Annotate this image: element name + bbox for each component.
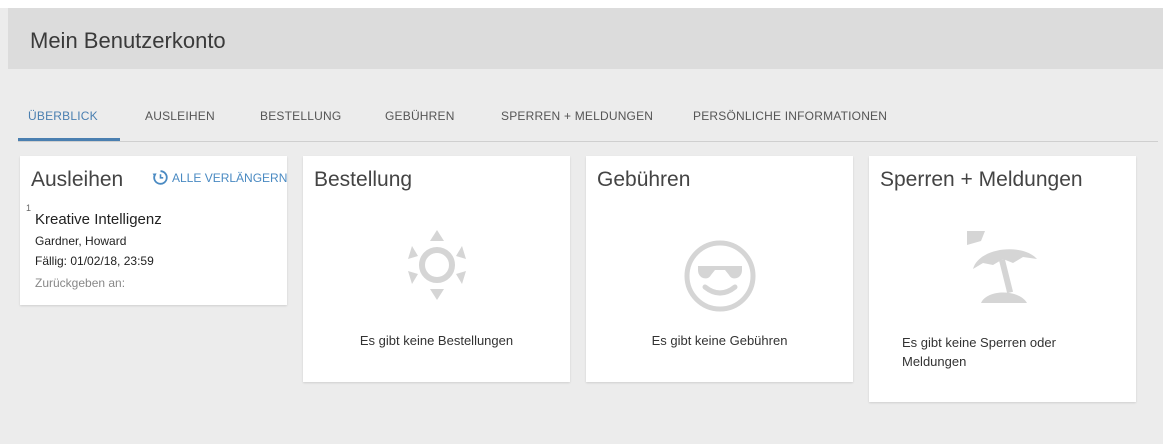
orders-card-title: Bestellung bbox=[314, 168, 413, 191]
loans-card: Ausleihen ALLE VERLÄNGERN 1 Kreative Int… bbox=[20, 156, 287, 305]
active-tab-indicator bbox=[18, 138, 120, 141]
renew-all-label: ALLE VERLÄNGERN bbox=[172, 171, 287, 186]
sunglasses-smiley-icon bbox=[683, 239, 757, 318]
orders-empty-message: Es gibt keine Bestellungen bbox=[359, 333, 514, 348]
fees-card-title: Gebühren bbox=[597, 168, 691, 191]
loans-card-title: Ausleihen bbox=[31, 168, 124, 191]
tab-fees[interactable]: GEBÜHREN bbox=[385, 109, 455, 123]
loan-title[interactable]: Kreative Intelligenz bbox=[35, 211, 162, 228]
blocks-empty-line-1: Es gibt keine Sperren oder bbox=[902, 335, 1056, 350]
fees-empty-message: Es gibt keine Gebühren bbox=[651, 333, 788, 348]
loan-due-date: Fällig: 01/02/18, 23:59 bbox=[35, 254, 154, 268]
tab-blocks-messages[interactable]: SPERREN + MELDUNGEN bbox=[501, 109, 653, 123]
blocks-empty-message: Es gibt keine Sperren oder Meldungen bbox=[902, 333, 1056, 371]
tab-loans[interactable]: AUSLEIHEN bbox=[145, 109, 215, 123]
tab-overview[interactable]: ÜBERBLICK bbox=[28, 109, 98, 123]
orders-card: Bestellung Es gibt keine Bestellungen bbox=[303, 156, 570, 382]
loan-author: Gardner, Howard bbox=[35, 234, 127, 248]
fees-card: Gebühren Es gibt keine Gebühren bbox=[586, 156, 853, 382]
loan-index: 1 bbox=[26, 203, 32, 213]
beach-umbrella-icon bbox=[965, 229, 1039, 310]
renew-clock-icon bbox=[152, 169, 169, 189]
sun-icon bbox=[406, 228, 468, 307]
blocks-empty-line-2: Meldungen bbox=[902, 354, 967, 369]
tab-orders[interactable]: BESTELLUNG bbox=[260, 109, 341, 123]
blocks-card-title: Sperren + Meldungen bbox=[880, 168, 1083, 191]
account-tabs: ÜBERBLICK AUSLEIHEN BESTELLUNG GEBÜHREN … bbox=[18, 97, 1158, 142]
tab-personal-info[interactable]: PERSÖNLICHE INFORMATIONEN bbox=[693, 109, 887, 123]
loan-return-location: Zurückgeben an: bbox=[35, 276, 126, 290]
renew-all-button[interactable]: ALLE VERLÄNGERN bbox=[152, 169, 287, 189]
page-title: Mein Benutzerkonto bbox=[30, 28, 226, 53]
page-header: Mein Benutzerkonto bbox=[8, 8, 1163, 69]
blocks-card: Sperren + Meldungen Es gibt keine Sperre… bbox=[869, 156, 1136, 402]
top-strip bbox=[0, 0, 1163, 8]
